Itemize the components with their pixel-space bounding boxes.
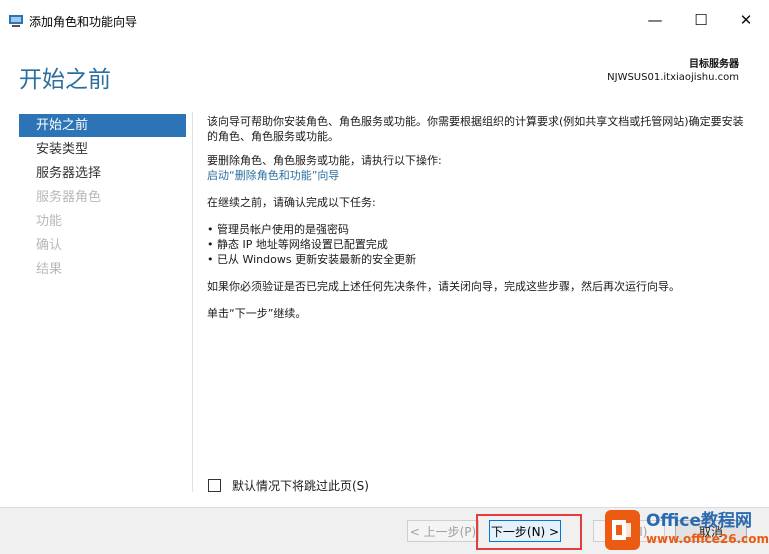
intro-text: 该向导可帮助你安装角色、角色服务或功能。你需要根据组织的计算要求(例如共享文档或…: [207, 115, 744, 143]
nav-item-server-selection[interactable]: 服务器选择: [19, 162, 186, 185]
remove-roles-link[interactable]: 启动“删除角色和功能”向导: [207, 169, 339, 182]
verify-text: 如果你必须验证是否已完成上述任何先决条件，请关闭向导，完成这些步骤，然后再次运行…: [207, 280, 680, 293]
nav-item-confirmation: 确认: [36, 238, 63, 253]
divider: [192, 112, 193, 492]
window-title: 添加角色和功能向导: [29, 15, 138, 29]
list-item: 已从 Windows 更新安装最新的安全更新: [207, 252, 752, 267]
server-manager-icon: [9, 15, 23, 27]
minimize-button[interactable]: —: [632, 4, 678, 36]
previous-button[interactable]: < 上一步(P): [407, 520, 479, 542]
watermark-title: Office教程网: [645, 510, 752, 531]
watermark-url: www.office26.com: [645, 531, 769, 546]
wizard-content: 该向导可帮助你安装角色、角色服务或功能。你需要根据组织的计算要求(例如共享文档或…: [207, 114, 752, 330]
title-bar: 添加角色和功能向导 — ☐ ✕: [0, 0, 769, 40]
office-logo-icon: [605, 509, 640, 550]
nav-item-before-you-begin[interactable]: 开始之前: [19, 114, 186, 137]
minimize-icon: —: [647, 11, 663, 29]
nav-item-installation-type[interactable]: 安装类型: [19, 138, 186, 161]
nav-item-results: 结果: [36, 262, 63, 277]
close-icon: ✕: [739, 11, 753, 29]
target-server-label: 目标服务器: [689, 59, 739, 70]
before-continue-text: 在继续之前，请确认完成以下任务:: [207, 196, 376, 209]
skip-page-option[interactable]: 默认情况下将跳过此页(S): [208, 477, 369, 494]
close-button[interactable]: ✕: [723, 4, 769, 36]
list-item: 管理员帐户使用的是强密码: [207, 222, 752, 237]
list-item: 静态 IP 地址等网络设置已配置完成: [207, 237, 752, 252]
skip-page-label: 默认情况下将跳过此页(S): [232, 479, 369, 493]
maximize-button[interactable]: ☐: [678, 4, 724, 36]
watermark: Office教程网 www.office26.com: [605, 506, 769, 553]
target-server-info: 目标服务器 NJWSUS01.itxiaojishu.com: [607, 58, 739, 84]
maximize-icon: ☐: [694, 11, 708, 29]
nav-item-features: 功能: [36, 214, 63, 229]
watermark-text: Office教程网 www.office26.com: [646, 512, 769, 548]
nav-item-server-roles: 服务器角色: [36, 190, 102, 205]
task-list: 管理员帐户使用的是强密码 静态 IP 地址等网络设置已配置完成 已从 Windo…: [207, 222, 752, 267]
click-next-text: 单击“下一步”继续。: [207, 307, 307, 320]
page-title: 开始之前: [19, 67, 111, 93]
remove-instructions: 要删除角色、角色服务或功能，请执行以下操作:: [207, 154, 442, 167]
wizard-steps-nav: 开始之前 安装类型 服务器选择 服务器角色 功能 确认 结果: [19, 114, 186, 282]
skip-page-checkbox[interactable]: [208, 479, 221, 492]
next-button[interactable]: 下一步(N) >: [489, 520, 561, 542]
target-server-name: NJWSUS01.itxiaojishu.com: [607, 72, 739, 83]
